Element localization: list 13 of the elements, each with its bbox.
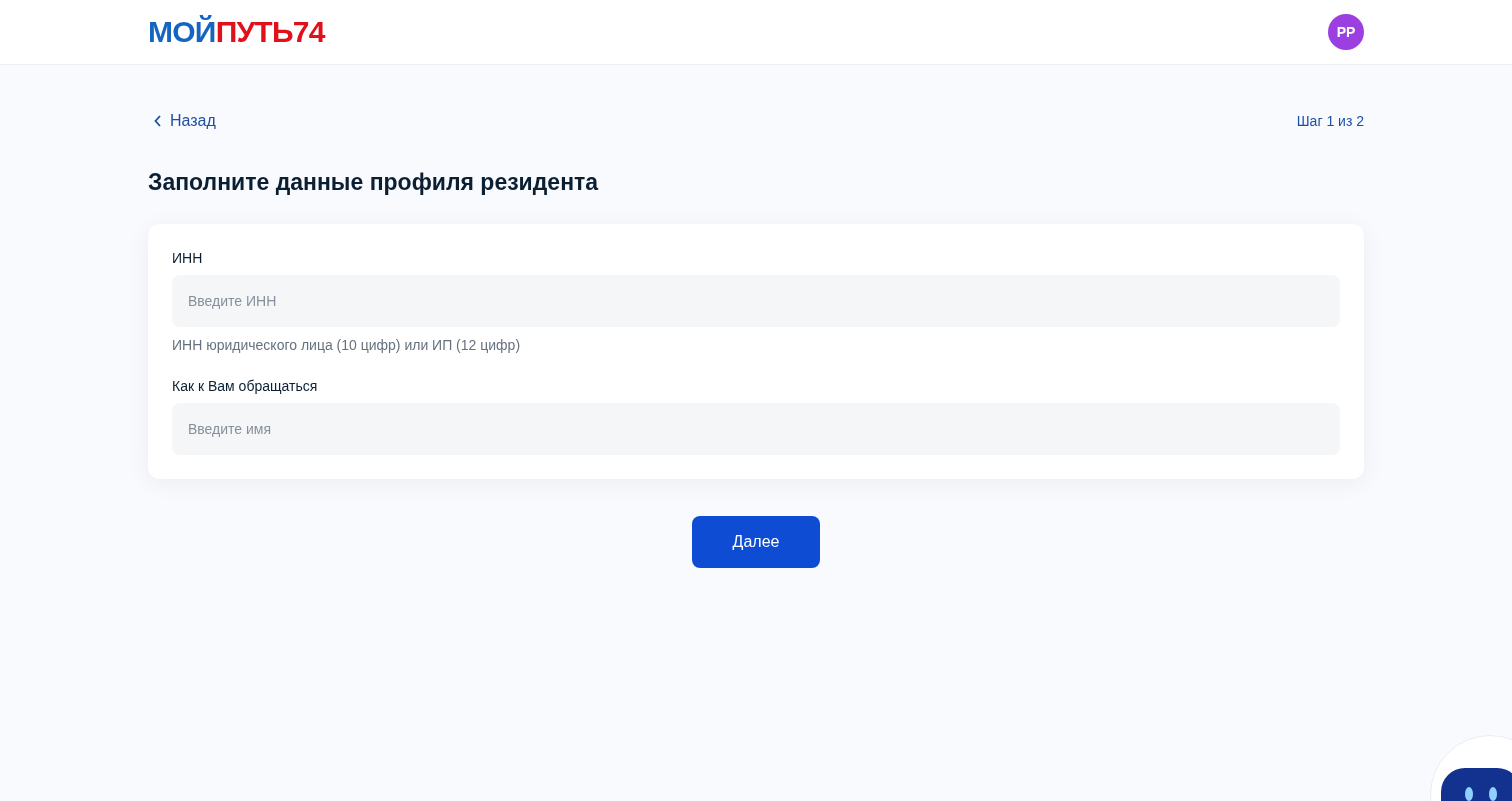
input-field[interactable]: Введите имя bbox=[172, 402, 1340, 455]
step-indicator: Шаг 1 из 2 bbox=[1296, 111, 1364, 131]
user-avatar[interactable]: РР bbox=[1328, 14, 1364, 50]
logo-text[interactable]: МОЙ bbox=[148, 17, 216, 47]
chevron-left-icon bbox=[154, 115, 162, 127]
back-link[interactable]: Назад bbox=[148, 109, 216, 133]
field-hint: ИНН юридического лица (10 цифр) или ИП (12 цифр) bbox=[172, 335, 522, 355]
input-field[interactable]: Введите ИНН bbox=[172, 274, 1340, 327]
field-label: ИНН bbox=[172, 248, 204, 268]
next-button[interactable]: Далее bbox=[692, 515, 820, 568]
page-title: Заполните данные профиля резидента bbox=[148, 168, 600, 197]
logo-text[interactable]: ПУТЬ74 bbox=[215, 17, 325, 47]
field-label: Как к Вам обращаться bbox=[172, 376, 319, 396]
